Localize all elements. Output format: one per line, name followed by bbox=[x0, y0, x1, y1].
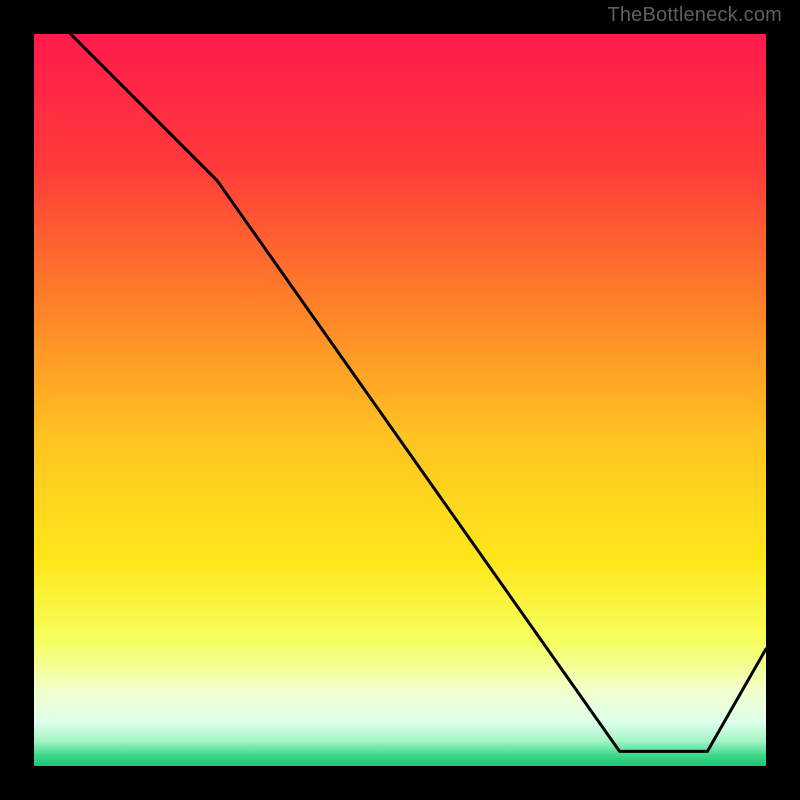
plot-area bbox=[34, 34, 766, 766]
data-curve bbox=[34, 34, 766, 766]
plot-border bbox=[30, 30, 770, 770]
watermark-text: TheBottleneck.com bbox=[607, 4, 782, 27]
chart-frame: TheBottleneck.com bbox=[0, 0, 800, 800]
